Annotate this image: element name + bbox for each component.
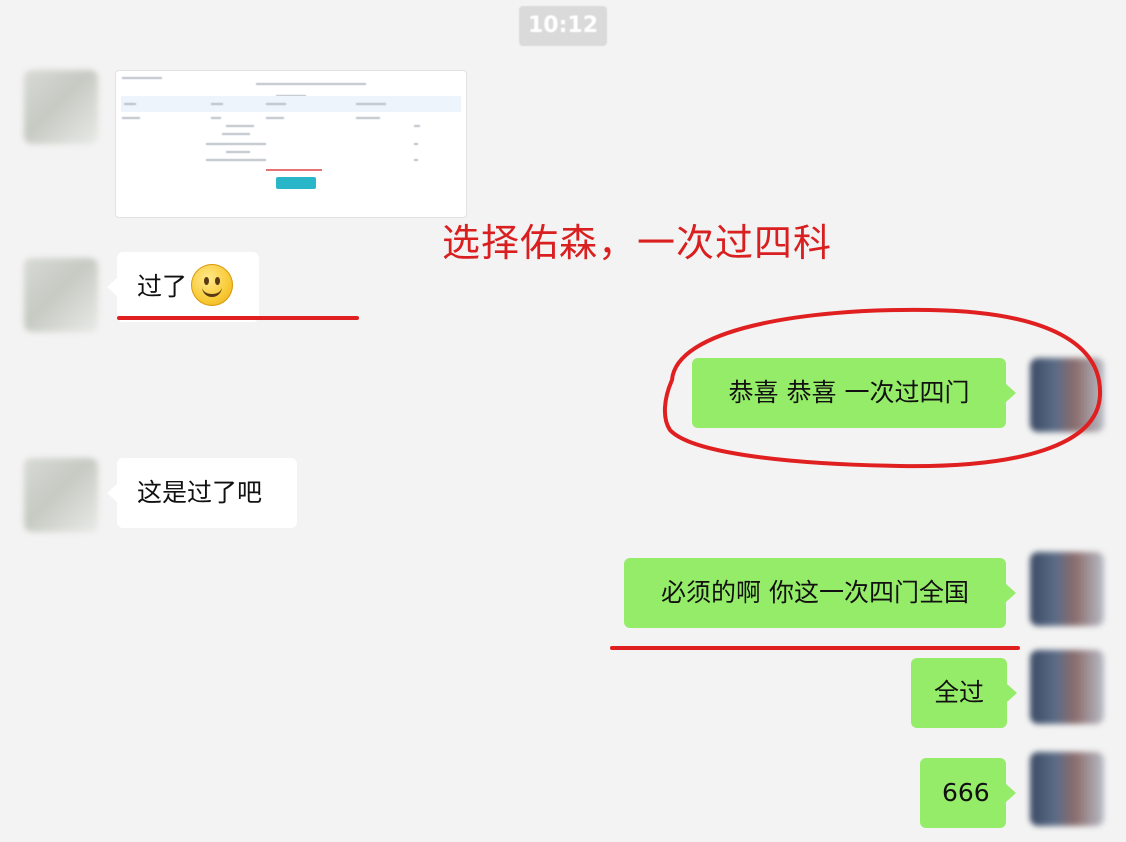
- thumbnail-detail: [266, 103, 286, 105]
- avatar[interactable]: [1030, 358, 1104, 432]
- message-text: 过了: [137, 272, 188, 301]
- avatar[interactable]: [24, 70, 98, 144]
- thumbnail-button: [276, 177, 316, 189]
- thumbnail-detail: [211, 103, 223, 105]
- thumbnail-detail: [414, 125, 420, 127]
- thumbnail-detail: [356, 117, 380, 119]
- thumbnail-detail: [414, 159, 418, 161]
- message-bubble-outgoing[interactable]: 恭喜 恭喜 一次过四门: [692, 358, 1016, 428]
- message-text: 全过: [933, 678, 984, 707]
- avatar[interactable]: [1030, 752, 1104, 826]
- message-bubble-outgoing[interactable]: 666: [920, 758, 1016, 828]
- avatar[interactable]: [1030, 552, 1104, 626]
- thumbnail-detail: [414, 143, 418, 145]
- avatar[interactable]: [24, 258, 98, 332]
- message-bubble-incoming[interactable]: 这是过了吧: [107, 458, 297, 528]
- message-text: 必须的啊 你这一次四门全国: [661, 578, 969, 607]
- message-bubble-outgoing[interactable]: 全过: [911, 658, 1017, 728]
- thumbnail-detail: [226, 125, 254, 127]
- thumbnail-detail: [256, 83, 366, 85]
- thumbnail-detail: [122, 117, 140, 119]
- annotation-underline: [117, 316, 359, 320]
- thumbnail-detail: [222, 133, 250, 135]
- image-message-thumbnail[interactable]: [115, 70, 467, 218]
- thumbnail-detail: [124, 103, 136, 105]
- message-bubble-incoming[interactable]: 过了: [107, 252, 259, 322]
- thumbnail-detail: [206, 159, 266, 161]
- thumbnail-detail: [266, 117, 284, 119]
- message-text: 666: [942, 778, 990, 807]
- smiley-face-icon: [191, 264, 234, 306]
- thumbnail-detail: [356, 103, 386, 105]
- avatar[interactable]: [24, 458, 98, 532]
- annotation-underline: [610, 646, 1020, 650]
- message-bubble-outgoing[interactable]: 必须的啊 你这一次四门全国: [624, 558, 1016, 628]
- thumbnail-detail: [211, 117, 221, 119]
- thumbnail-header-band: [121, 96, 461, 112]
- thumbnail-detail: [122, 77, 162, 79]
- message-text: 恭喜 恭喜 一次过四门: [728, 378, 970, 407]
- thumbnail-detail: [226, 151, 250, 153]
- message-text: 这是过了吧: [137, 478, 263, 507]
- thumbnail-red-text: [266, 169, 322, 171]
- timestamp-badge: 10:12: [519, 6, 607, 46]
- thumbnail-detail: [206, 143, 266, 145]
- avatar[interactable]: [1030, 650, 1104, 724]
- annotation-caption: 选择佑森，一次过四科: [442, 221, 833, 265]
